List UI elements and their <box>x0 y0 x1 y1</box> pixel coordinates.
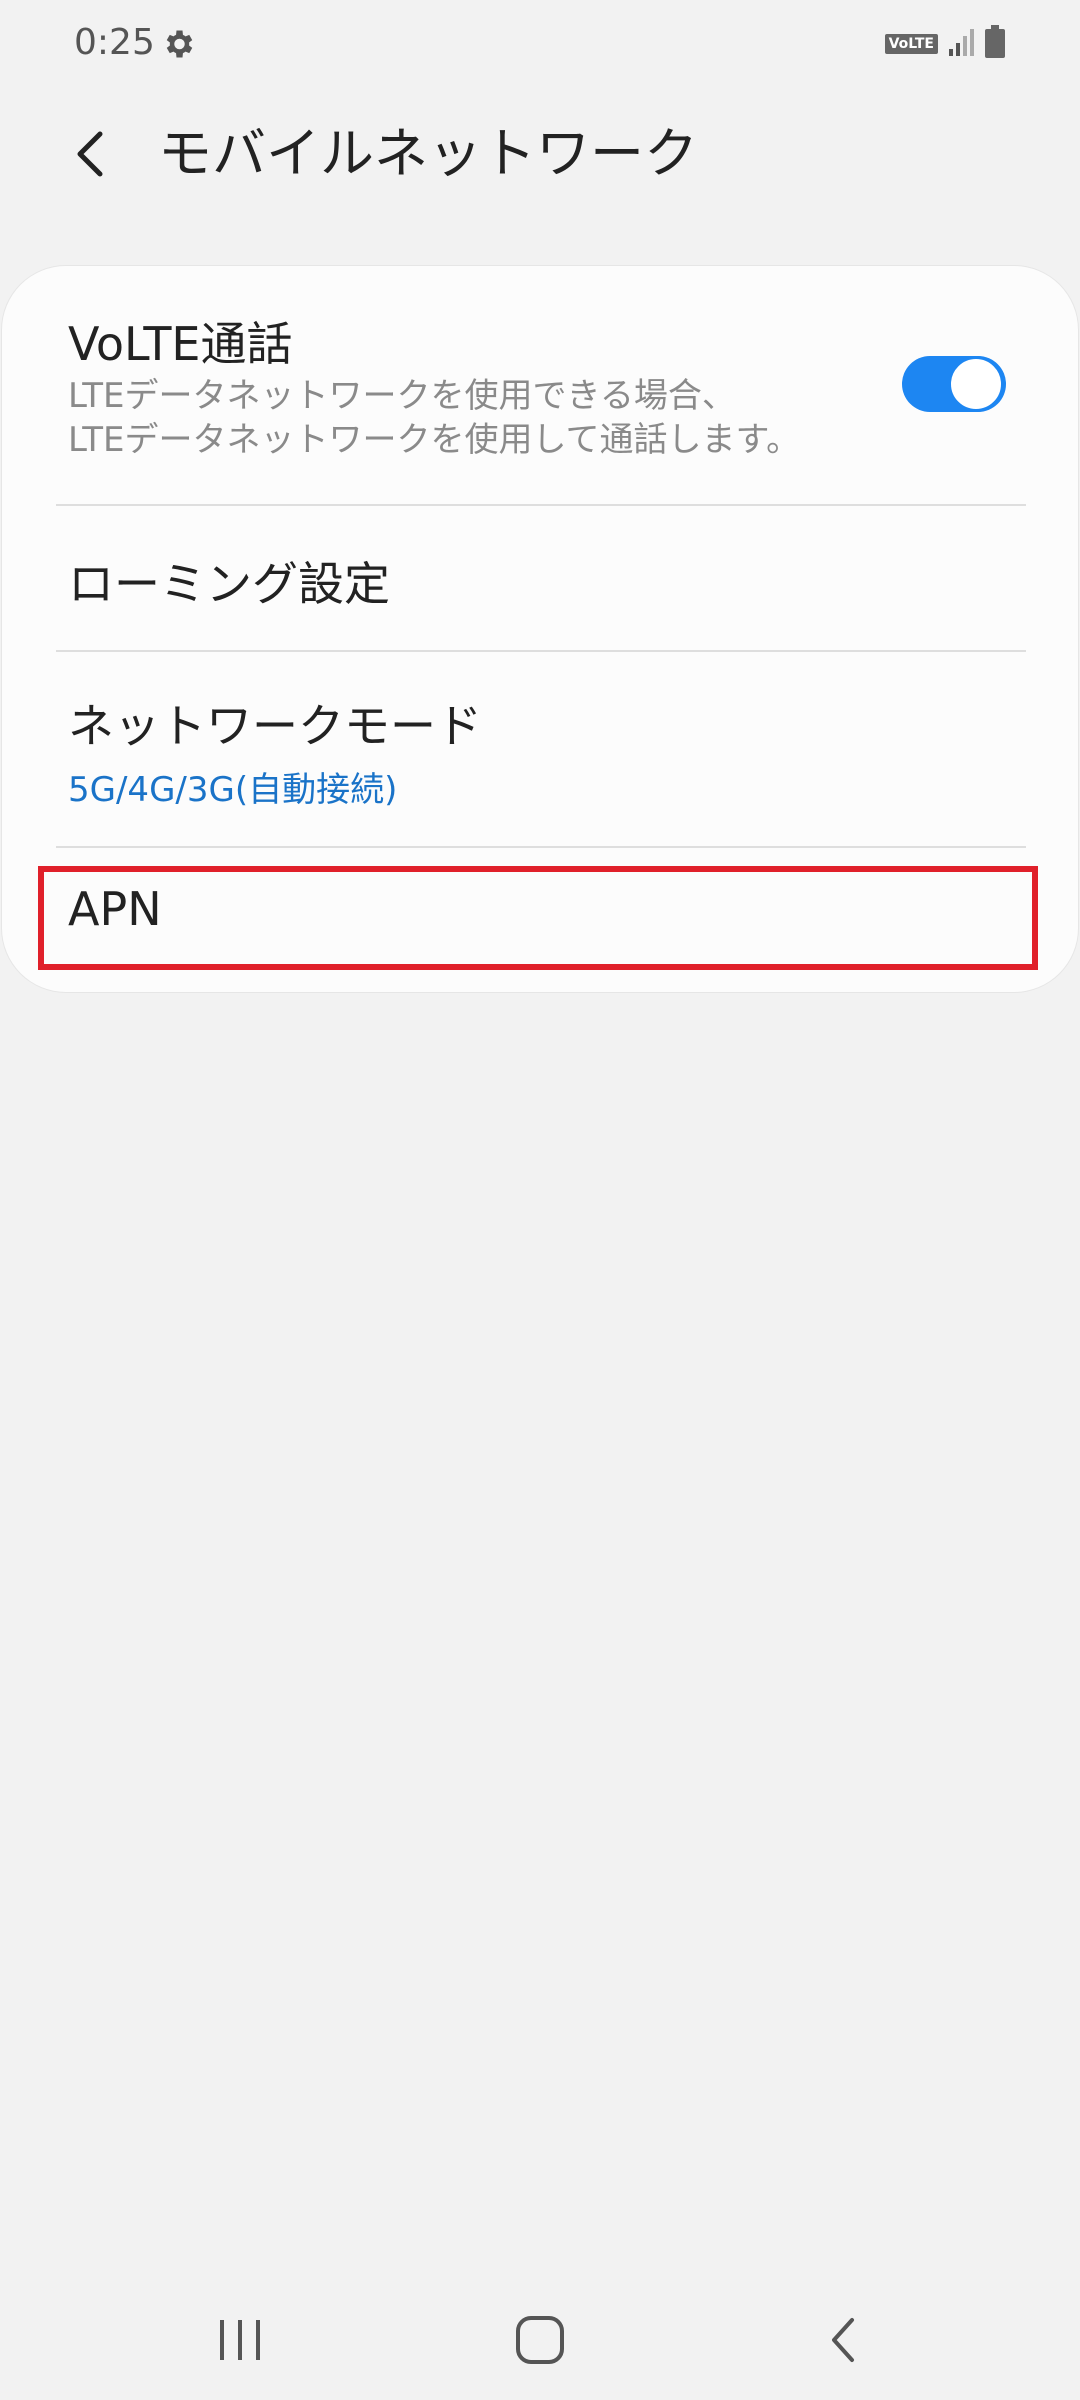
recents-icon[interactable] <box>210 2310 270 2370</box>
setting-roaming-title: ローミング設定 <box>68 557 390 611</box>
page-title: モバイルネットワーク <box>158 122 698 185</box>
setting-roaming[interactable]: ローミング設定 <box>2 506 1078 650</box>
back-icon[interactable] <box>814 2310 874 2370</box>
volte-icon: VoLTE <box>884 34 938 54</box>
toggle-thumb <box>948 356 1004 412</box>
setting-network-mode[interactable]: ネットワークモード 5G/4G/3G(自動接続) <box>2 652 1078 846</box>
home-icon[interactable] <box>510 2310 570 2370</box>
signal-icon <box>948 27 974 61</box>
status-time: 0:25 <box>74 22 155 63</box>
status-icons: VoLTE <box>884 25 1006 63</box>
gear-icon <box>160 26 196 62</box>
battery-icon <box>984 25 1006 63</box>
status-bar: 0:25 VoLTE <box>0 0 1080 90</box>
navigation-bar <box>0 2280 1080 2400</box>
setting-volte-summary: LTEデータネットワークを使用できる場合、 LTEデータネットワークを使用して通… <box>68 376 801 460</box>
app-header: モバイルネットワーク <box>0 100 1080 210</box>
apn-highlight-box <box>38 866 1038 970</box>
setting-network-mode-title: ネットワークモード <box>68 699 482 753</box>
volte-toggle[interactable] <box>902 356 1006 412</box>
setting-network-mode-value: 5G/4G/3G(自動接続) <box>68 770 398 810</box>
setting-volte[interactable]: VoLTE通話 LTEデータネットワークを使用できる場合、 LTEデータネットワ… <box>2 266 1078 504</box>
setting-volte-title: VoLTE通話 <box>68 317 293 371</box>
back-arrow-icon[interactable] <box>60 122 124 186</box>
